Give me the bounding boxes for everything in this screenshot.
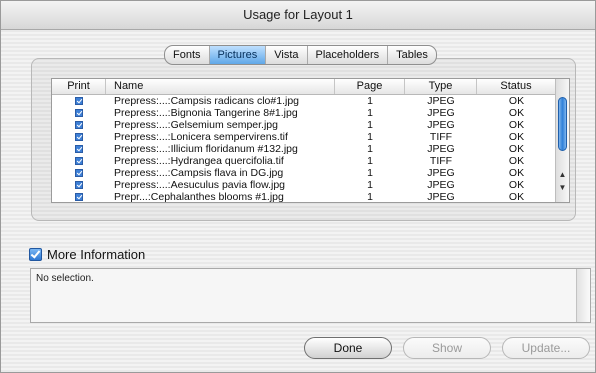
picture-type: JPEG	[427, 143, 455, 155]
information-panel: No selection.	[30, 268, 591, 323]
picture-status: OK	[508, 107, 525, 119]
print-checkbox[interactable]	[75, 169, 83, 177]
table-row[interactable]: Prepress:...:Gelsemium semper.jpg 1 JPEG…	[52, 119, 556, 131]
table-row[interactable]: Prepress:...:Campsis radicans clo#1.jpg …	[52, 95, 556, 107]
scroll-up-arrow-icon[interactable]: ▲	[556, 169, 569, 181]
done-button[interactable]: Done	[304, 337, 392, 359]
picture-name: Prepress:...:Aesuculus pavia flow.jpg	[114, 179, 286, 191]
picture-name: Prepress:...:Hydrangea quercifolia.tif	[114, 155, 284, 167]
print-checkbox[interactable]	[75, 121, 83, 129]
picture-status: OK	[508, 191, 525, 203]
picture-status: OK	[508, 119, 525, 131]
print-checkbox[interactable]	[75, 97, 83, 105]
picture-name: Prepress:...:Illicium floridanum #132.jp…	[114, 143, 298, 155]
scroll-down-arrow-icon[interactable]: ▼	[556, 182, 569, 194]
picture-name: Prepr...:Cephalanthes blooms #1.jpg	[114, 191, 284, 203]
tab-fonts[interactable]: Fonts	[165, 46, 210, 64]
column-header-type[interactable]: Type	[405, 79, 477, 94]
table-row[interactable]: Prepress:...:Aesuculus pavia flow.jpg 1 …	[52, 179, 556, 191]
picture-name: Prepress:...:Bignonia Tangerine 8#1.jpg	[114, 107, 298, 119]
more-information-toggle[interactable]: More Information	[29, 247, 145, 262]
column-header-page[interactable]: Page	[335, 79, 405, 94]
table-row[interactable]: Prepress:...:Illicium floridanum #132.jp…	[52, 143, 556, 155]
print-checkbox[interactable]	[75, 133, 83, 141]
pictures-table: Print Name Page Type Status Prepress:...…	[51, 78, 570, 203]
picture-page: 1	[367, 179, 373, 191]
picture-type: JPEG	[427, 167, 455, 179]
print-checkbox[interactable]	[75, 181, 83, 189]
column-header-status[interactable]: Status	[477, 79, 556, 94]
table-row[interactable]: Prepress:...:Hydrangea quercifolia.tif 1…	[52, 155, 556, 167]
table-scrollbar[interactable]: ▲ ▼	[555, 79, 569, 202]
picture-name: Prepress:...:Gelsemium semper.jpg	[114, 119, 278, 131]
picture-page: 1	[367, 95, 373, 107]
picture-status: OK	[508, 167, 525, 179]
more-information-label: More Information	[47, 247, 146, 262]
picture-name: Prepress:...:Campsis flava in DG.jpg	[114, 167, 284, 179]
picture-type: JPEG	[427, 119, 455, 131]
picture-page: 1	[367, 155, 373, 167]
tab-tables[interactable]: Tables	[388, 46, 436, 64]
show-button[interactable]: Show	[403, 337, 491, 359]
column-header-print[interactable]: Print	[52, 79, 106, 94]
picture-name: Prepress:...:Lonicera sempervirens.tif	[114, 131, 288, 143]
table-row[interactable]: Prepress:...:Bignonia Tangerine 8#1.jpg …	[52, 107, 556, 119]
picture-type: JPEG	[427, 179, 455, 191]
tab-bar: Fonts Pictures Vista Placeholders Tables	[164, 45, 437, 65]
picture-status: OK	[508, 155, 525, 167]
table-header: Print Name Page Type Status	[52, 79, 556, 95]
tab-pictures[interactable]: Pictures	[209, 46, 267, 64]
picture-type: JPEG	[427, 107, 455, 119]
update-button[interactable]: Update...	[502, 337, 590, 359]
picture-page: 1	[367, 119, 373, 131]
picture-page: 1	[367, 167, 373, 179]
picture-name: Prepress:...:Campsis radicans clo#1.jpg	[114, 95, 299, 107]
window-title: Usage for Layout 1	[1, 1, 595, 30]
print-checkbox[interactable]	[75, 193, 83, 201]
tab-placeholders[interactable]: Placeholders	[308, 46, 389, 64]
picture-page: 1	[367, 143, 373, 155]
table-body: Prepress:...:Campsis radicans clo#1.jpg …	[52, 95, 556, 203]
picture-status: OK	[508, 131, 525, 143]
picture-status: OK	[508, 143, 525, 155]
print-checkbox[interactable]	[75, 145, 83, 153]
picture-page: 1	[367, 107, 373, 119]
print-checkbox[interactable]	[75, 157, 83, 165]
picture-type: TIFF	[429, 131, 453, 143]
picture-type: TIFF	[429, 155, 453, 167]
picture-page: 1	[367, 131, 373, 143]
column-header-name[interactable]: Name	[106, 79, 335, 94]
picture-page: 1	[367, 191, 373, 203]
scrollbar-thumb[interactable]	[558, 97, 567, 151]
usage-dialog: Usage for Layout 1 Fonts Pictures Vista …	[0, 0, 596, 373]
table-row[interactable]: Prepress:...:Lonicera sempervirens.tif 1…	[52, 131, 556, 143]
tab-vista[interactable]: Vista	[266, 46, 308, 64]
table-row[interactable]: Prepr...:Cephalanthes blooms #1.jpg 1 JP…	[52, 191, 556, 203]
table-row[interactable]: Prepress:...:Campsis flava in DG.jpg 1 J…	[52, 167, 556, 179]
picture-type: JPEG	[427, 191, 455, 203]
information-text: No selection.	[36, 273, 94, 284]
picture-type: JPEG	[427, 95, 455, 107]
picture-status: OK	[508, 95, 525, 107]
more-information-checkbox[interactable]	[29, 248, 42, 261]
print-checkbox[interactable]	[75, 109, 83, 117]
picture-status: OK	[508, 179, 525, 191]
information-scrollbar[interactable]	[576, 269, 590, 322]
